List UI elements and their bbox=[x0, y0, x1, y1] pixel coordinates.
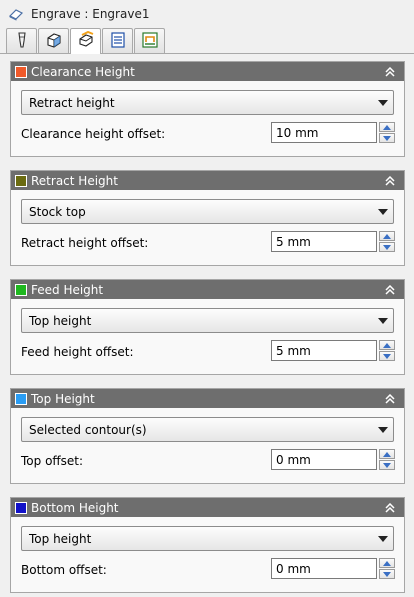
panel-clearance-height: Clearance Height Retract height Clearanc… bbox=[10, 61, 405, 157]
panel-header[interactable]: Bottom Height bbox=[11, 498, 404, 517]
decrement-arrow-icon[interactable] bbox=[379, 242, 395, 252]
dropdown-arrow-icon[interactable] bbox=[373, 420, 393, 440]
panel-retract-height: Retract Height Stock top Retract height … bbox=[10, 170, 405, 266]
panel-bottom-height: Bottom Height Top height Bottom offset: … bbox=[10, 497, 405, 593]
increment-arrow-icon[interactable] bbox=[379, 231, 395, 241]
panel-header[interactable]: Clearance Height bbox=[11, 62, 404, 81]
tab-strip bbox=[6, 28, 166, 54]
tool-icon bbox=[13, 31, 31, 52]
tab-passes[interactable] bbox=[102, 28, 133, 53]
select-value: Selected contour(s) bbox=[29, 422, 147, 437]
collapse-chevron-icon[interactable] bbox=[382, 173, 398, 189]
dropdown-arrow-icon[interactable] bbox=[373, 311, 393, 331]
offset-input[interactable]: 10 mm bbox=[271, 122, 377, 143]
offset-input[interactable]: 0 mm bbox=[271, 558, 377, 579]
panel-header[interactable]: Feed Height bbox=[11, 280, 404, 299]
decrement-arrow-icon[interactable] bbox=[379, 351, 395, 361]
tab-heights[interactable] bbox=[70, 28, 101, 54]
retract-offset-stepper[interactable]: 5 mm bbox=[271, 231, 395, 252]
clearance-height-select[interactable]: Retract height bbox=[21, 90, 394, 115]
increment-arrow-icon[interactable] bbox=[379, 449, 395, 459]
dropdown-arrow-icon[interactable] bbox=[373, 529, 393, 549]
dropdown-arrow-icon[interactable] bbox=[373, 93, 393, 113]
top-height-select[interactable]: Selected contour(s) bbox=[21, 417, 394, 442]
geometry-icon bbox=[45, 31, 63, 52]
collapse-chevron-icon[interactable] bbox=[382, 391, 398, 407]
panel-title: Feed Height bbox=[31, 282, 104, 297]
panel-body: Top height Bottom offset: 0 mm bbox=[11, 517, 404, 592]
increment-arrow-icon[interactable] bbox=[379, 558, 395, 568]
panel-feed-height: Feed Height Top height Feed height offse… bbox=[10, 279, 405, 375]
color-swatch bbox=[15, 501, 27, 514]
feed-offset-stepper[interactable]: 5 mm bbox=[271, 340, 395, 361]
tab-tool[interactable] bbox=[6, 28, 37, 53]
collapse-chevron-icon[interactable] bbox=[382, 500, 398, 516]
select-value: Stock top bbox=[29, 204, 86, 219]
panel-header[interactable]: Retract Height bbox=[11, 171, 404, 190]
offset-label: Feed height offset: bbox=[21, 345, 134, 359]
increment-arrow-icon[interactable] bbox=[379, 122, 395, 132]
offset-label: Retract height offset: bbox=[21, 236, 149, 250]
tab-geometry[interactable] bbox=[38, 28, 69, 53]
engrave-operation-icon bbox=[7, 5, 25, 23]
clearance-offset-stepper[interactable]: 10 mm bbox=[271, 122, 395, 143]
panel-title: Top Height bbox=[31, 391, 95, 406]
bottom-offset-stepper[interactable]: 0 mm bbox=[271, 558, 395, 579]
decrement-arrow-icon[interactable] bbox=[379, 460, 395, 470]
collapse-chevron-icon[interactable] bbox=[382, 282, 398, 298]
panel-top-height: Top Height Selected contour(s) Top offse… bbox=[10, 388, 405, 484]
decrement-arrow-icon[interactable] bbox=[379, 133, 395, 143]
panel-body: Selected contour(s) Top offset: 0 mm bbox=[11, 408, 404, 483]
window-title: Engrave : Engrave1 bbox=[31, 7, 150, 21]
select-value: Top height bbox=[29, 313, 92, 328]
offset-label: Top offset: bbox=[21, 454, 84, 468]
increment-arrow-icon[interactable] bbox=[379, 340, 395, 350]
panel-body: Stock top Retract height offset: 5 mm bbox=[11, 190, 404, 265]
panel-title: Retract Height bbox=[31, 173, 118, 188]
panel-title: Bottom Height bbox=[31, 500, 119, 515]
offset-label: Bottom offset: bbox=[21, 563, 107, 577]
panel-title: Clearance Height bbox=[31, 64, 135, 79]
panel-header[interactable]: Top Height bbox=[11, 389, 404, 408]
offset-input[interactable]: 5 mm bbox=[271, 231, 377, 252]
color-swatch bbox=[15, 65, 27, 78]
retract-height-select[interactable]: Stock top bbox=[21, 199, 394, 224]
offset-input[interactable]: 0 mm bbox=[271, 449, 377, 470]
feed-height-select[interactable]: Top height bbox=[21, 308, 394, 333]
panel-body: Retract height Clearance height offset: … bbox=[11, 81, 404, 156]
heights-icon bbox=[77, 30, 95, 52]
color-swatch bbox=[15, 174, 27, 187]
offset-input[interactable]: 5 mm bbox=[271, 340, 377, 361]
color-swatch bbox=[15, 392, 27, 405]
panel-body: Top height Feed height offset: 5 mm bbox=[11, 299, 404, 374]
color-swatch bbox=[15, 283, 27, 296]
decrement-arrow-icon[interactable] bbox=[379, 569, 395, 579]
title-bar: Engrave : Engrave1 bbox=[0, 0, 414, 28]
tab-linking[interactable] bbox=[134, 28, 165, 53]
collapse-chevron-icon[interactable] bbox=[382, 64, 398, 80]
select-value: Retract height bbox=[29, 95, 115, 110]
offset-label: Clearance height offset: bbox=[21, 127, 166, 141]
bottom-height-select[interactable]: Top height bbox=[21, 526, 394, 551]
top-offset-stepper[interactable]: 0 mm bbox=[271, 449, 395, 470]
passes-icon bbox=[109, 31, 127, 52]
select-value: Top height bbox=[29, 531, 92, 546]
linking-icon bbox=[141, 31, 159, 52]
dropdown-arrow-icon[interactable] bbox=[373, 202, 393, 222]
